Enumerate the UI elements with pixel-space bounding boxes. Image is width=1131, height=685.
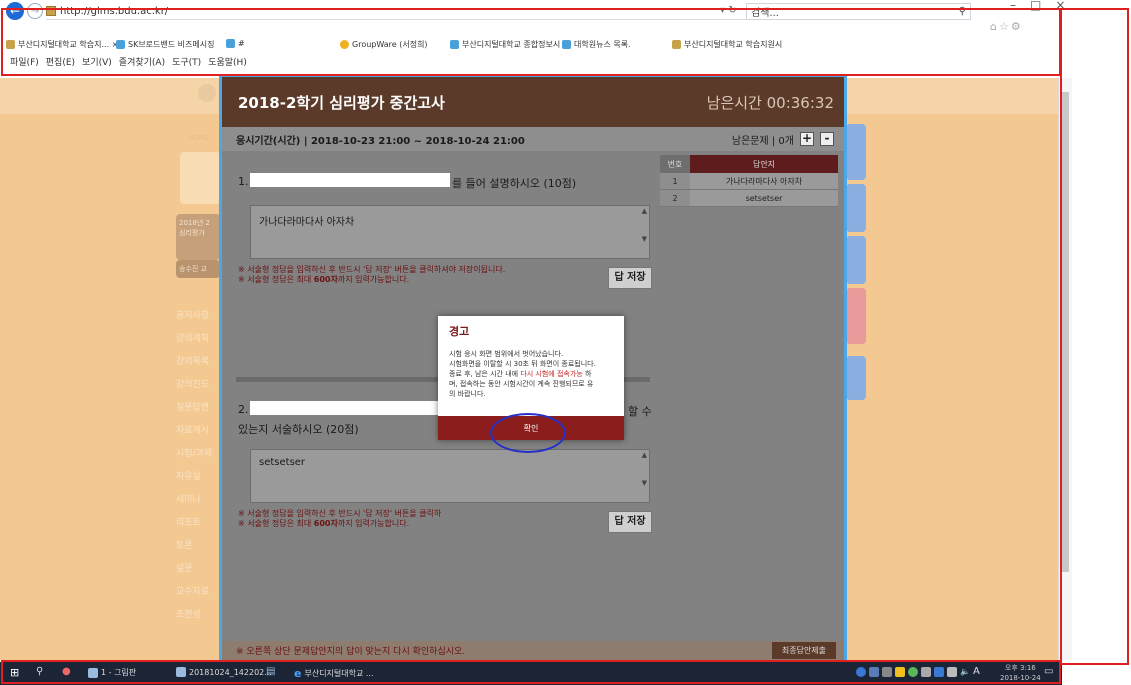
- dialog-line: 시험화면을 이탈할 시 30초 뒤 화면이 종료됩니다.: [449, 360, 596, 368]
- side-menu-item[interactable]: 자유실: [176, 469, 201, 482]
- background-professor-box: 송수진 교: [176, 260, 220, 278]
- answer-notes: ※ 서술형 정답을 입력하신 후 반드시 '답 저장' 버튼을 클릭하 ※ 서술…: [238, 509, 441, 529]
- col-number-header: 번호: [660, 155, 690, 173]
- textarea-scrollbar[interactable]: ▲ ▼: [642, 208, 647, 243]
- side-menu-item[interactable]: 토론: [176, 538, 193, 551]
- side-menu-item[interactable]: 강의계획: [176, 331, 209, 344]
- professor-name: 송수진 교: [179, 265, 207, 273]
- col-answer-header: 답안지: [752, 159, 776, 169]
- answer-sheet-table: 번호 답안지 1 가나다라마다사 아자차 2 setsetser: [660, 155, 838, 207]
- zoom-in-button[interactable]: +: [800, 132, 814, 146]
- answer-text: 가나다라마다사 아자차: [259, 217, 355, 228]
- side-menu-item[interactable]: 교수자료: [176, 584, 209, 597]
- row-answer: setsetser: [745, 193, 783, 203]
- exam-footer: ※ 오른쪽 상단 문제답안지의 답이 맞는지 다시 확인하십시오. 최종답안제출: [222, 641, 844, 660]
- question-number: 2.: [238, 403, 249, 416]
- note-limit-bold: 600자: [313, 519, 338, 528]
- exam-period: 응시기간(시간) | 2018-10-23 21:00 ~ 2018-10-24…: [236, 135, 525, 147]
- exam-header: 2018-2학기 심리평가 중간고사 남은시간 00:36:32: [222, 77, 844, 127]
- course-box-line: 2018년 2: [179, 219, 210, 227]
- side-menu-item[interactable]: 시험/과제: [176, 446, 212, 459]
- dialog-title: 경고: [449, 325, 470, 338]
- right-quick-tab[interactable]: [846, 236, 866, 284]
- annotation-box-taskbar: [1, 660, 1061, 684]
- dialog-line-highlight: 다시 시험에 접속가능: [520, 370, 583, 378]
- remaining-questions: 남은문제 | 0개: [731, 135, 794, 147]
- dialog-message: 시험 응시 화면 범위에서 벗어났습니다. 시험화면을 이탈할 시 30초 뒤 …: [449, 349, 617, 399]
- exam-period-bar: 응시기간(시간) | 2018-10-23 21:00 ~ 2018-10-24…: [222, 127, 844, 151]
- side-menu-item[interactable]: 설문: [176, 561, 193, 574]
- note-limit: ※ 서술형 정답은 최대 600자까지 입력가능합니다.: [238, 275, 505, 285]
- answer-sheet-header: 번호 답안지: [660, 155, 838, 173]
- note-limit: ※ 서술형 정답은 최대 600자까지 입력가능합니다.: [238, 519, 441, 529]
- background-card: [180, 152, 220, 204]
- side-menu-item[interactable]: 조편성: [176, 607, 201, 620]
- course-box-line: 심리평가: [179, 229, 205, 237]
- right-quick-tab[interactable]: [846, 184, 866, 232]
- answer-notes: ※ 서술형 정답을 입력하신 후 반드시 '답 저장' 버튼을 클릭하셔야 저장…: [238, 265, 505, 285]
- annotation-box-right: [1060, 8, 1129, 665]
- final-submit-button[interactable]: 최종답안제출: [771, 642, 836, 659]
- answer-textarea-2[interactable]: setsetser ▲ ▼: [250, 449, 650, 503]
- save-answer-button-1[interactable]: 답 저장: [608, 267, 652, 289]
- note-limit-pre: ※ 서술형 정답은 최대: [238, 519, 314, 528]
- side-menu-item[interactable]: 공지사항: [176, 308, 209, 321]
- right-quick-tab[interactable]: [846, 356, 866, 400]
- side-menu-item[interactable]: 리포트: [176, 515, 201, 528]
- table-row[interactable]: 1 가나다라마다사 아자차: [660, 173, 838, 190]
- save-answer-button-2[interactable]: 답 저장: [608, 511, 652, 533]
- note-limit-post: 까지 입력가능합니다.: [337, 519, 410, 528]
- zoom-out-button[interactable]: -: [820, 132, 834, 146]
- note-limit-bold: 600자: [313, 275, 338, 284]
- footer-note: ※ 오른쪽 상단 문제답안지의 답이 맞는지 다시 확인하십시오.: [236, 647, 466, 657]
- note-limit-post: 까지 입력가능합니다.: [337, 275, 410, 284]
- side-menu-item[interactable]: 질문답변: [176, 400, 209, 413]
- answer-text: setsetser: [259, 457, 306, 468]
- exam-title: 2018-2학기 심리평가 중간고사: [238, 93, 445, 112]
- textarea-scrollbar[interactable]: ▲ ▼: [642, 452, 647, 487]
- remaining-time: 남은시간 00:36:32: [706, 93, 834, 112]
- row-answer: 가나다라마다사 아자차: [725, 176, 803, 186]
- note-save: ※ 서술형 정답을 입력하신 후 반드시 '답 저장' 버튼을 클릭하: [238, 509, 442, 518]
- dialog-line: 며, 접속하는 동안 시험시간이 계속 진행되므로 유: [449, 380, 594, 388]
- background-logo-icon: [198, 84, 216, 102]
- dialog-line-post: 하: [582, 370, 592, 378]
- redacted-question-text: [250, 401, 440, 415]
- side-menu-item[interactable]: 강의목록: [176, 354, 209, 367]
- note-limit-pre: ※ 서술형 정답은 최대: [238, 275, 314, 284]
- note-save: ※ 서술형 정답을 입력하신 후 반드시 '답 저장' 버튼을 클릭하셔야 저장…: [238, 265, 506, 274]
- dialog-line: 시험 응시 화면 범위에서 벗어났습니다.: [449, 350, 564, 358]
- row-number: 2: [660, 190, 690, 206]
- table-row[interactable]: 2 setsetser: [660, 190, 838, 207]
- dialog-line-pre: 종료 후, 남은 시간 내에: [449, 370, 521, 378]
- question-text: 할 수: [628, 405, 652, 418]
- answer-textarea-1[interactable]: 가나다라마다사 아자차 ▲ ▼: [250, 205, 650, 259]
- screenshot-root: HOME 2018년 2 심리평가 송수진 교 공지사항 강의계획 강의목록 강…: [0, 0, 1131, 685]
- dialog-line: 의 바랍니다.: [449, 390, 486, 398]
- side-menu-item[interactable]: 자료게시: [176, 423, 209, 436]
- question-number: 1.: [238, 175, 249, 188]
- side-menu-item[interactable]: 세미나: [176, 492, 201, 505]
- right-quick-tab[interactable]: [846, 124, 866, 180]
- question-text: 를 들어 설명하시오 (10점): [452, 177, 577, 190]
- right-quick-tab[interactable]: [846, 288, 866, 344]
- background-course-box: 2018년 2 심리평가: [176, 214, 220, 260]
- redacted-question-text: [250, 173, 450, 187]
- side-menu-item[interactable]: 강의진도: [176, 377, 209, 390]
- background-home-link: HOME: [188, 134, 210, 142]
- dialog-line: 종료 후, 남은 시간 내에 다시 시험에 접속가능 하: [449, 369, 617, 379]
- annotation-circle: [490, 413, 566, 453]
- annotation-box-top: [1, 8, 1061, 76]
- row-number: 1: [660, 173, 690, 189]
- question-text-line2: 있는지 서술하시오 (20점): [238, 423, 359, 436]
